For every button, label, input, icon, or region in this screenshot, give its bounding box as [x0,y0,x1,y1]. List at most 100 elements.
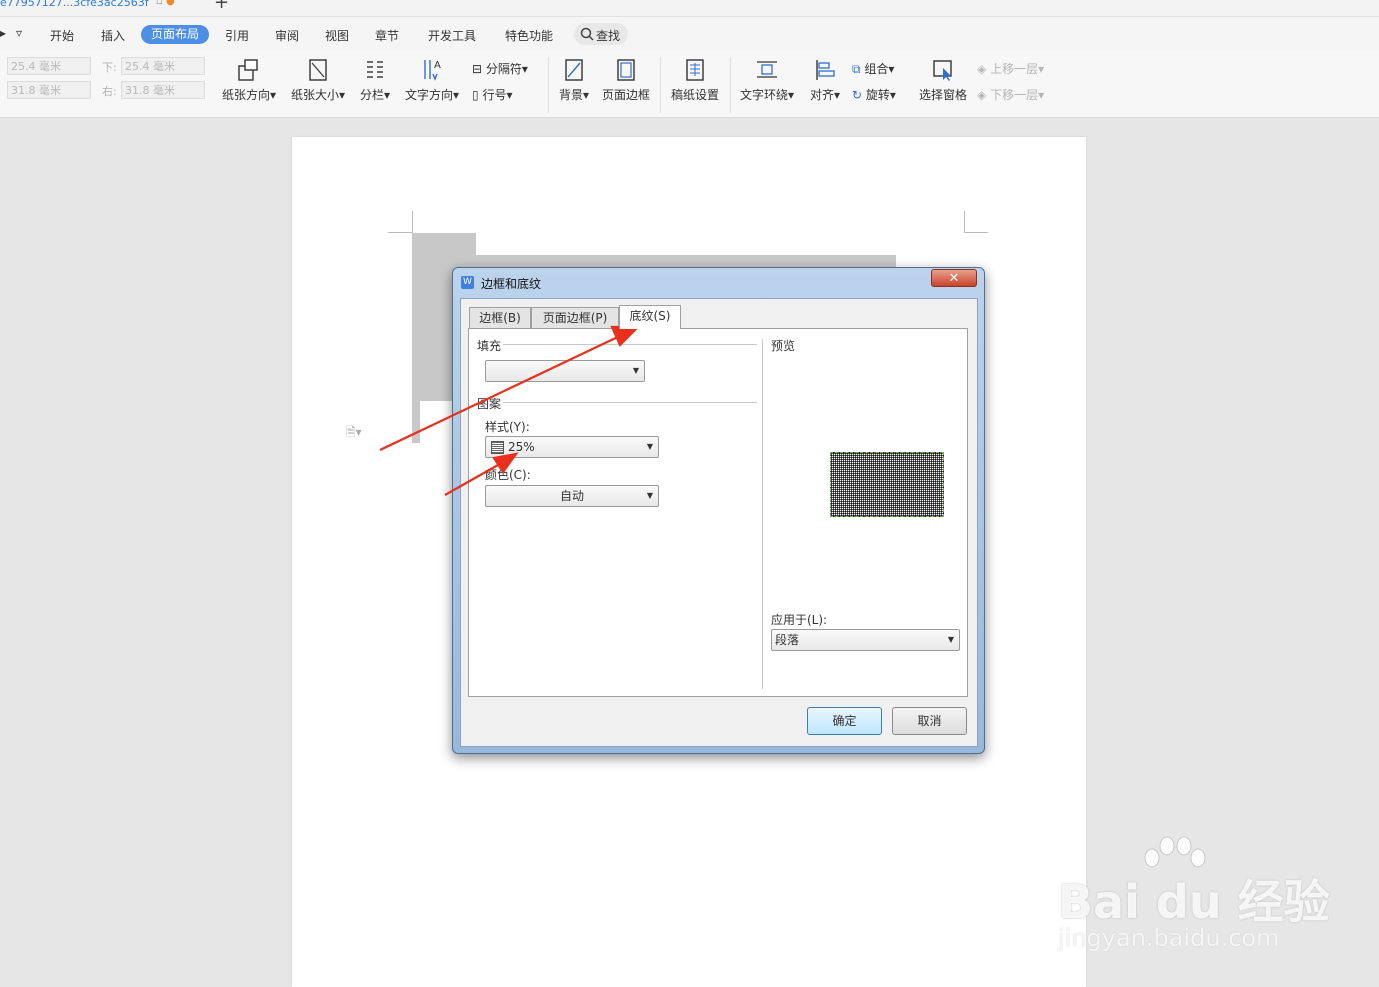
ribbon-toolbar: 25.4 毫米 下: 25.4 毫米 31.8 毫米 右: 31.8 毫米 纸张… [0,51,1379,118]
close-button[interactable]: ✕ [931,269,977,287]
orientation-icon [238,59,258,81]
orientation-button[interactable]: 纸张方向▾ [220,57,278,103]
crop-mark-top-right [964,211,965,233]
tab-shading[interactable]: 底纹(S) [619,305,681,329]
selection-pane-icon [933,60,952,81]
baidu-watermark-url: jingyan.baidu.com [1058,924,1280,952]
columns-button[interactable]: 分栏▾ [356,57,394,103]
preview-label: 预览 [771,339,796,353]
document-tab-strip: e77957127...3cfe3ac2563f ▫ ● + [0,0,1379,17]
group-divider [503,344,757,345]
manuscript-button[interactable]: 稿纸设置 [668,57,722,103]
crop-mark-top-right [964,232,988,233]
tab-status-icons: ▫ ● [156,0,175,7]
margin-bottom-field[interactable]: 25.4 毫米 [121,57,205,75]
tab-borders[interactable]: 边框(B) [469,307,531,328]
bring-forward-button[interactable]: ◈ 上移一层▾ [977,60,1044,77]
menu-view[interactable]: 视图 [325,27,349,44]
manuscript-icon [686,59,704,81]
menu-bar: ▸ ▿ 开始 插入 页面布局 引用 审阅 视图 章节 开发工具 特色功能 查找 [0,17,1379,51]
tab-page-border[interactable]: 页面边框(P) [531,307,619,328]
pattern-group-label: 图案 [477,397,502,411]
pattern-style-label: 样式(Y): [485,420,530,434]
dialog-body: 边框(B) 页面边框(P) 底纹(S) 填充 ▼ 图案 样式(Y): 25% ▼… [460,298,978,747]
bring-forward-icon: ◈ [977,62,987,76]
text-direction-button[interactable]: A 文字方向▾ [403,57,461,103]
background-icon [565,59,583,81]
selection-pane-button[interactable]: 选择窗格 [917,57,969,103]
group-icon: ⧉ [852,62,861,76]
apply-to-label: 应用于(L): [771,613,828,627]
pattern-color-dropdown[interactable]: 自动 ▼ [485,485,659,507]
chevron-down-icon: ▼ [632,366,639,375]
chevron-down-icon: ▼ [947,635,954,644]
crop-mark-top-left [388,232,412,233]
dialog-title: 边框和底纹 [481,277,542,291]
send-backward-icon: ◈ [977,88,987,102]
text-wrap-button[interactable]: 文字环绕▾ [738,57,796,103]
ribbon-separator [548,57,549,113]
margin-bottom-label: 下: [102,61,117,74]
document-tab-title[interactable]: e77957127...3cfe3ac2563f [0,0,149,9]
paragraph-marker-icon[interactable]: 🗎▾ [346,423,362,444]
menu-insert[interactable]: 插入 [101,27,125,44]
rotate-icon: ↻ [852,88,863,102]
ribbon-separator [660,57,661,113]
menu-references[interactable]: 引用 [225,27,249,44]
text-wrap-icon [757,61,777,78]
background-button[interactable]: 背景▾ [555,57,593,103]
rotate-button[interactable]: ↻ 旋转▾ [852,86,896,103]
chevron-down-icon: ▼ [646,491,653,500]
paper-size-icon [309,59,327,81]
breaks-icon: ⊟ [472,62,483,76]
baidu-watermark: Bai du 经验 [1058,875,1330,929]
menu-section[interactable]: 章节 [375,27,399,44]
line-numbers-icon: ▯ [472,88,479,102]
quick-access-dropdown-icon[interactable]: ▿ [16,26,22,40]
align-button[interactable]: 对齐▾ [806,57,844,103]
chevron-down-icon: ▼ [646,442,653,451]
svg-text:A: A [434,60,441,71]
search-icon [580,27,594,41]
breaks-button[interactable]: ⊟ 分隔符▾ [472,60,528,77]
margin-top-field[interactable]: 25.4 毫米 [7,57,91,75]
fill-group-label: 填充 [477,339,502,353]
menu-start[interactable]: 开始 [50,27,74,44]
menu-special[interactable]: 特色功能 [505,27,553,44]
paper-size-button[interactable]: 纸张大小▾ [289,57,347,103]
group-divider [503,402,757,403]
search-label: 查找 [596,29,621,43]
wps-writer-icon: W [461,276,474,289]
pattern-style-dropdown[interactable]: 25% ▼ [485,436,659,458]
shaded-paragraph [412,401,420,443]
ok-button[interactable]: 确定 [807,707,882,735]
apply-to-dropdown[interactable]: 段落 ▼ [771,629,960,651]
search-button[interactable]: 查找 [574,23,628,45]
shading-tab-panel: 填充 ▼ 图案 样式(Y): 25% ▼ 颜色(C): 自动 ▼ 预览 应用于(… [468,328,968,697]
preview-divider [762,339,763,689]
align-icon [816,60,835,80]
margin-right-label: 右: [102,85,117,98]
crop-mark-top-left [412,211,413,233]
pattern-swatch-icon [491,441,504,454]
columns-icon [367,61,383,78]
group-button[interactable]: ⧉ 组合▾ [852,60,894,77]
page-border-button[interactable]: 页面边框 [600,57,652,103]
page-border-icon [617,59,635,81]
ribbon-separator [730,57,731,113]
text-direction-icon: A [424,60,441,81]
menu-page-layout[interactable]: 页面布局 [141,25,209,44]
line-numbers-button[interactable]: ▯ 行号▾ [472,86,512,103]
menu-review[interactable]: 审阅 [275,27,299,44]
fill-color-dropdown[interactable]: ▼ [485,360,645,382]
menu-left-glyph[interactable]: ▸ [0,26,6,40]
cancel-button[interactable]: 取消 [892,707,967,735]
pattern-color-label: 颜色(C): [485,468,531,482]
send-backward-button[interactable]: ◈ 下移一层▾ [977,86,1044,103]
margin-left-field[interactable]: 31.8 毫米 [7,81,91,99]
menu-developer[interactable]: 开发工具 [428,27,476,44]
new-tab-button[interactable]: + [214,0,229,13]
borders-shading-dialog: W 边框和底纹 ✕ 边框(B) 页面边框(P) 底纹(S) 填充 ▼ 图案 样式… [452,267,985,754]
shading-preview[interactable] [830,452,944,517]
margin-right-field[interactable]: 31.8 毫米 [121,81,205,99]
